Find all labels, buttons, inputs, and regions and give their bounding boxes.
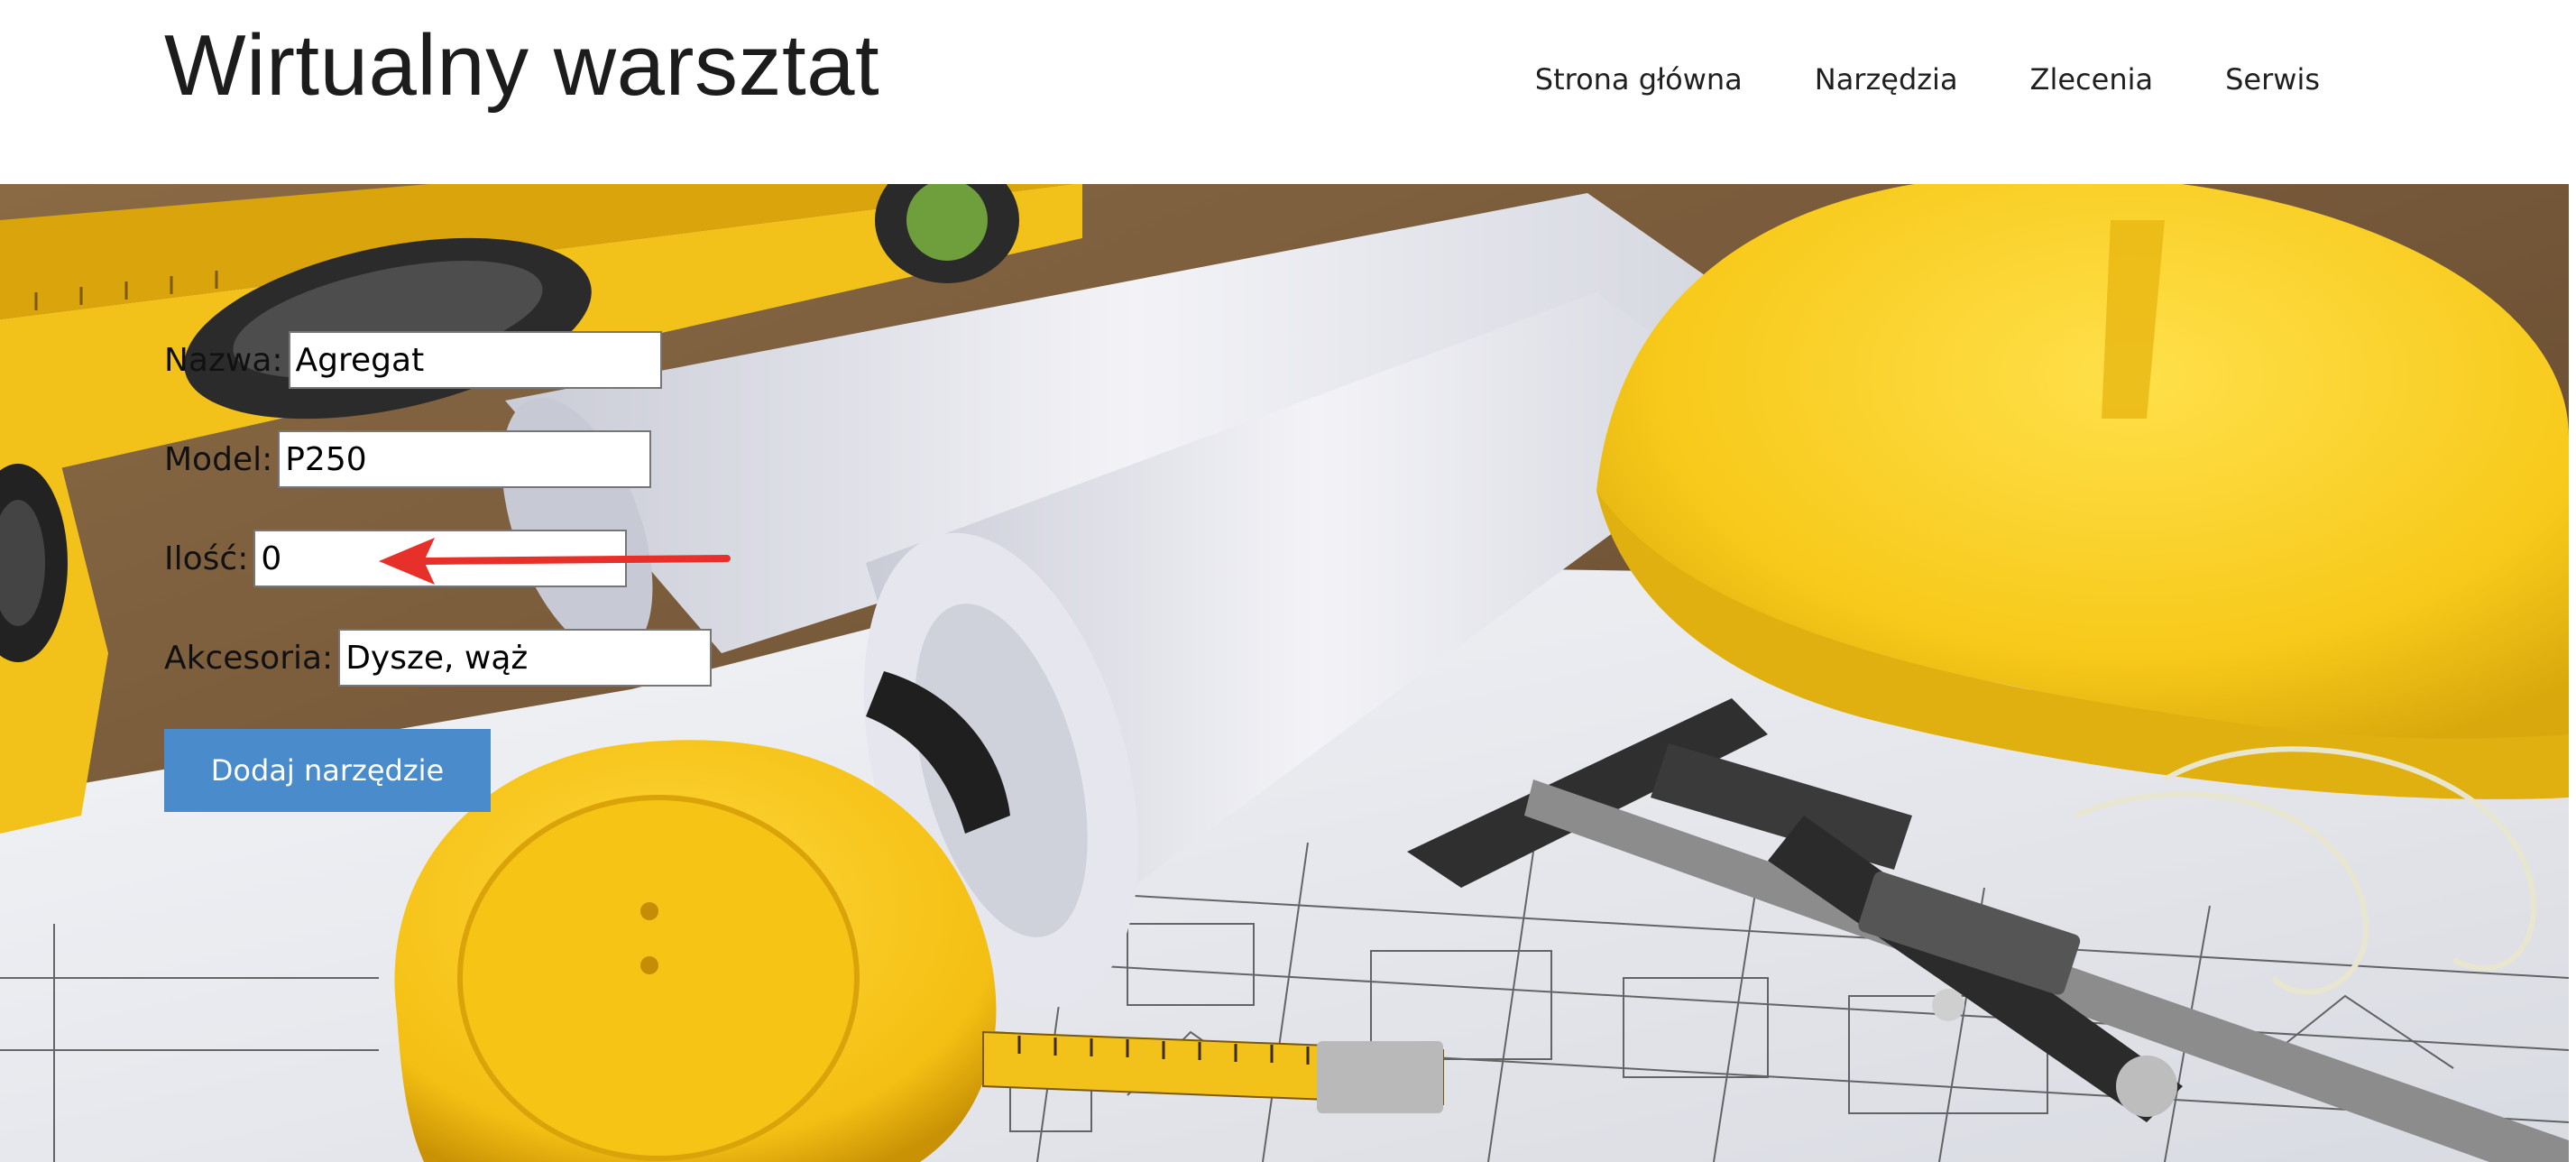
window-edge [2569, 0, 2576, 1162]
site-title[interactable]: Wirtualny warsztat [164, 7, 879, 124]
add-tool-form: Nazwa: Model: Ilość: Akcesoria: Dodaj na… [164, 328, 713, 812]
nav-link-orders[interactable]: Zlecenia [2030, 60, 2154, 99]
accessories-input[interactable] [338, 629, 713, 687]
model-label: Model: [164, 440, 273, 478]
nav-link-home[interactable]: Strona główna [1535, 60, 1743, 99]
form-row-accessories: Akcesoria: [164, 626, 713, 689]
accessories-label: Akcesoria: [164, 639, 334, 677]
name-input[interactable] [288, 331, 662, 389]
nav-link-tools[interactable]: Narzędzia [1815, 60, 1958, 99]
quantity-label: Ilość: [164, 540, 249, 577]
add-tool-button[interactable]: Dodaj narzędzie [164, 729, 491, 812]
main-nav: Strona główna Narzędzia Zlecenia Serwis [1535, 60, 2320, 99]
quantity-input[interactable] [253, 530, 628, 587]
form-row-quantity: Ilość: [164, 527, 712, 590]
nav-link-service[interactable]: Serwis [2225, 60, 2320, 99]
hero-background: Nazwa: Model: Ilość: Akcesoria: Dodaj na… [0, 184, 2569, 1162]
form-row-name: Nazwa: [164, 328, 712, 392]
site-header: Wirtualny warsztat Strona główna Narzędz… [0, 0, 2569, 184]
model-input[interactable] [278, 430, 652, 488]
form-row-model: Model: [164, 428, 712, 491]
name-label: Nazwa: [164, 341, 283, 379]
